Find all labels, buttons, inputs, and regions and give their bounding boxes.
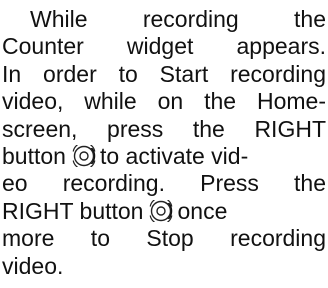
dpad-right-pressed-icon [150,199,173,222]
text-line-3: In order to Start recording [2,60,326,87]
text-line-6: button to activate vid- [2,143,326,170]
text-line-2: Counter widget appears. [2,33,326,60]
text-line-4: video, while on the Home- [2,88,326,115]
text-line-8-end: once [177,197,228,224]
text-line-8-start: RIGHT button [2,197,144,224]
text-line-9: more to Stop recording [2,225,326,252]
text-line-6-end: to activate vid- [99,142,249,169]
dpad-right-pressed-icon [72,144,96,167]
text-line-5: screen, press the RIGHT [2,115,326,142]
text-line-7: eo recording. Press the [2,170,326,197]
text-line-1: While recording the [30,6,326,32]
text-line-10: video. [2,252,64,279]
instruction-paragraph: While recording the Counter widget appea… [2,6,326,280]
text-line-6-start: button [2,142,66,169]
text-line-8: RIGHT button once [2,198,326,225]
document-page: While recording the Counter widget appea… [0,0,328,288]
